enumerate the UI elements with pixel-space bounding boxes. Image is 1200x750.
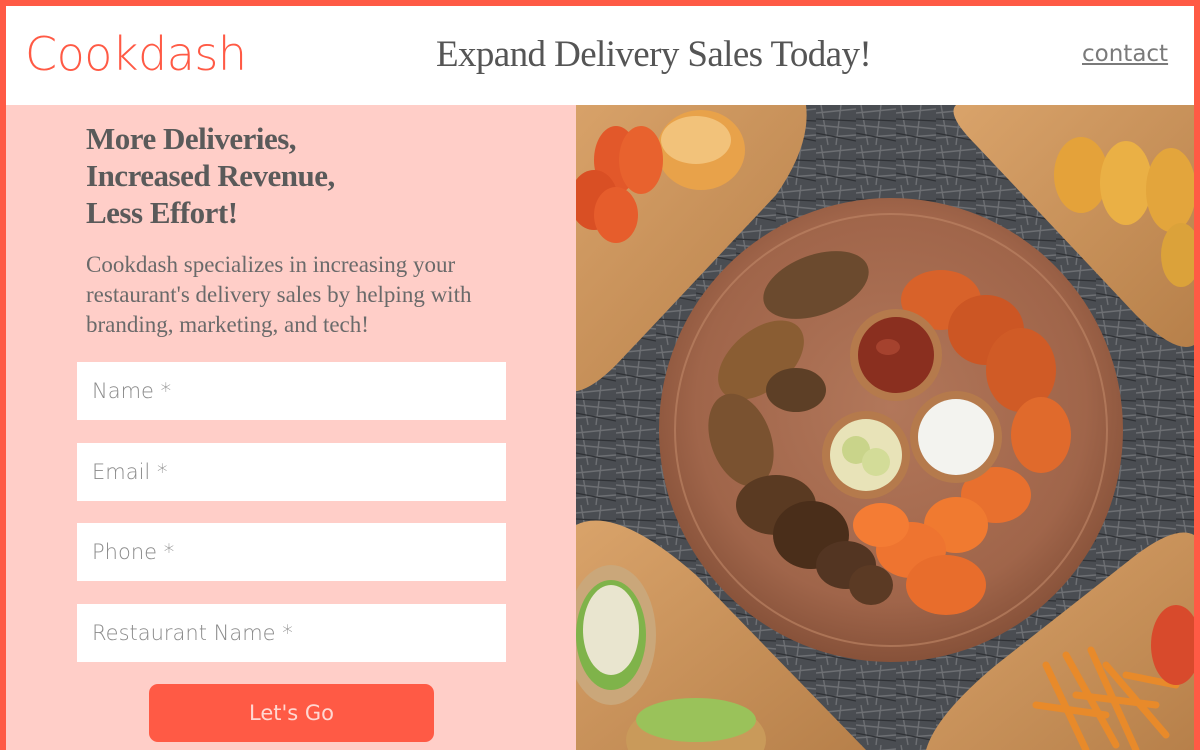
- signup-panel: More Deliveries, Increased Revenue, Less…: [6, 105, 576, 750]
- food-image: [576, 105, 1194, 750]
- hero-title-line: More Deliveries,: [86, 121, 297, 156]
- brand-logo[interactable]: Cookdash: [25, 26, 247, 82]
- contact-link[interactable]: contact: [1082, 40, 1168, 68]
- hero-description: Cookdash specializes in increasing your …: [86, 252, 472, 337]
- page-frame: Cookdash Expand Delivery Sales Today! co…: [6, 6, 1194, 750]
- page-headline: Expand Delivery Sales Today!: [436, 34, 872, 75]
- site-header: Cookdash Expand Delivery Sales Today! co…: [6, 6, 1194, 105]
- phone-field[interactable]: [77, 523, 506, 581]
- hero-title: More Deliveries, Increased Revenue, Less…: [86, 120, 335, 231]
- submit-button[interactable]: Let's Go: [149, 684, 434, 742]
- hero-title-line: Less Effort!: [86, 195, 238, 230]
- food-platter-illustration: [576, 105, 1194, 750]
- email-field[interactable]: [77, 443, 506, 501]
- name-field[interactable]: [77, 362, 506, 420]
- hero-title-line: Increased Revenue,: [86, 158, 335, 193]
- restaurant-name-field[interactable]: [77, 604, 506, 662]
